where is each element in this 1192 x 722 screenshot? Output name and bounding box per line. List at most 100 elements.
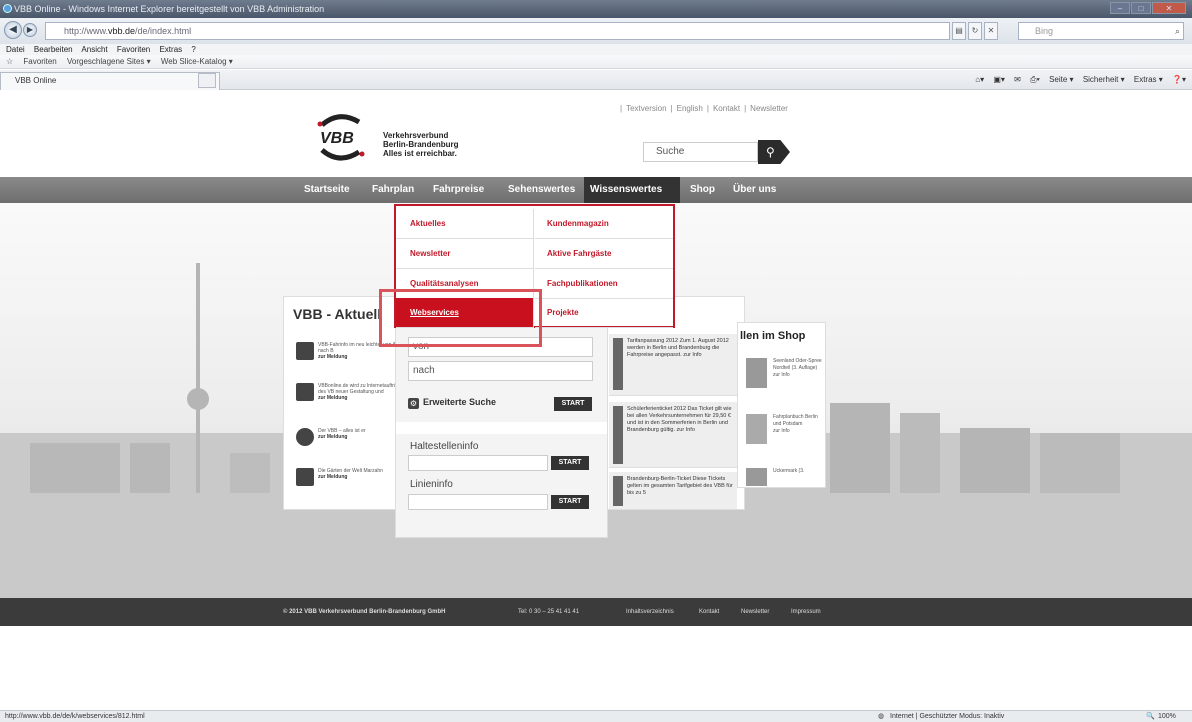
news-link[interactable]: zur Meldung [318,395,398,401]
nav-wissenswertes[interactable]: Wissenswertes [584,177,680,203]
url-host: vbb.de [108,26,136,36]
brand-line-2: Berlin-Brandenburg [383,140,459,149]
print-icon[interactable]: ⎙▾ [1030,75,1040,84]
start-route-button[interactable]: START [554,397,592,411]
tarif-link[interactable]: zur Info [683,352,701,358]
news-link[interactable]: zur Meldung [318,354,398,360]
site-search-input[interactable]: Suche [643,142,758,162]
dd-aktive-fahrgaeste[interactable]: Aktive Fahrgäste [535,239,673,269]
news-link[interactable]: zur Meldung [318,434,398,440]
menu-datei[interactable]: Datei [6,45,25,54]
news-item[interactable]: VBBonline.de wird zu Internetauftritt de… [296,383,398,413]
tarif-item[interactable]: Schülerferienticket 2012 Das Ticket gilt… [609,402,737,468]
status-url: http://www.vbb.de/de/k/webservices/812.h… [5,713,145,720]
menu-favoriten[interactable]: Favoriten [117,45,150,54]
forward-button[interactable]: ▶ [23,23,37,37]
status-zoom[interactable]: 100% [1158,711,1176,722]
nav-ueber-uns[interactable]: Über uns [727,177,782,203]
tarif-image [613,338,623,390]
suggested-sites-link[interactable]: Vorgeschlagene Sites ▾ [67,57,151,66]
dd-kundenmagazin[interactable]: Kundenmagazin [535,209,673,239]
dd-aktuelles[interactable]: Aktuelles [396,209,534,239]
menu-bar: Datei Bearbeiten Ansicht Favoriten Extra… [0,44,1192,55]
link-newsletter[interactable]: Newsletter [750,104,788,113]
main-nav: Startseite Fahrplan Fahrpreise Sehenswer… [0,177,1192,203]
close-button[interactable]: ✕ [1152,2,1186,14]
shop-title: llen im Shop [740,330,806,342]
stop-icon[interactable]: ✕ [984,22,998,40]
feeds-icon[interactable]: ▣▾ [993,75,1005,84]
start-linie-button[interactable]: START [551,495,589,509]
tarif-item[interactable]: Brandenburg-Berlin-Ticket Diese Tickets … [609,472,737,510]
menu-extras[interactable]: Extras [159,45,182,54]
zoom-icon[interactable]: 🔍 [1146,711,1155,722]
haltestelle-input[interactable] [408,455,548,471]
link-textversion[interactable]: Textversion [626,104,666,113]
refresh-icon[interactable]: ↻ [968,22,982,40]
maximize-button[interactable]: □ [1131,2,1151,14]
home-icon[interactable]: ⌂▾ [975,75,984,84]
url-path: /de/index.html [135,26,192,36]
cmd-sicherheit[interactable]: Sicherheit ▾ [1083,75,1125,84]
url-prefix: http://www. [64,26,109,36]
dd-projekte[interactable]: Projekte [535,298,673,328]
tarif-item[interactable]: Tarifanpassung 2012 Zum 1. August 2012 w… [609,334,737,396]
link-english[interactable]: English [677,104,703,113]
brand-text: Verkehrsverbund Berlin-Brandenburg Alles… [383,131,459,158]
status-bar: http://www.vbb.de/de/k/webservices/812.h… [0,710,1192,722]
favorites-star-icon[interactable]: ☆ [6,57,13,66]
news-calendar-icon [296,383,314,401]
nav-shop[interactable]: Shop [684,177,721,203]
mail-icon[interactable]: ✉ [1014,75,1021,84]
link-kontakt[interactable]: Kontakt [713,104,740,113]
linie-input[interactable] [408,494,548,510]
new-tab-button[interactable] [198,73,216,88]
footer-link-impressum[interactable]: Impressum [791,598,821,626]
dd-newsletter[interactable]: Newsletter [396,239,534,269]
nav-fahrpreise[interactable]: Fahrpreise [427,177,490,203]
minimize-button[interactable]: – [1110,2,1130,14]
search-icon[interactable]: ⌕ [1175,23,1180,39]
back-button[interactable]: ◀ [4,21,22,39]
footer-link-newsletter[interactable]: Newsletter [741,598,769,626]
shop-item-link[interactable]: zur Info [773,372,823,379]
news-link[interactable]: zur Meldung [318,474,398,480]
linieninfo-label: Linieninfo [410,479,453,490]
to-placeholder: nach [413,365,435,376]
vbb-logo[interactable]: VBB [314,110,374,165]
nav-startseite[interactable]: Startseite [298,177,356,203]
url-input[interactable]: http://www.vbb.de/de/index.html [45,22,950,40]
to-input[interactable]: nach [408,361,593,381]
cmd-seite[interactable]: Seite ▾ [1049,75,1073,84]
news-item[interactable]: Der VBB – alles ist er zur Meldung [296,428,396,458]
help-icon[interactable]: ❓▾ [1172,75,1186,84]
tab-vbb-online[interactable]: VBB Online [0,72,220,90]
tab-bar: VBB Online ⌂▾ ▣▾ ✉ ⎙▾ Seite ▾ Sicherheit… [0,70,1192,90]
menu-help[interactable]: ? [191,45,195,54]
news-tower-icon [296,468,314,486]
menu-bearbeiten[interactable]: Bearbeiten [34,45,73,54]
news-text: VBBonline.de wird zu Internetauftritt de… [318,383,398,395]
start-haltestelle-button[interactable]: START [551,456,589,470]
address-bar: ◀ ▶ http://www.vbb.de/de/index.html ▤ ↻ … [0,18,1192,44]
footer-tel: Tel: 0 30 – 25 41 41 41 [518,609,580,615]
nav-fahrplan[interactable]: Fahrplan [366,177,420,203]
compat-view-icon[interactable]: ▤ [952,22,966,40]
footer-link-inhalt[interactable]: Inhaltsverzeichnis [626,598,674,626]
search-icon: ⚲ [766,145,775,159]
command-bar: ⌂▾ ▣▾ ✉ ⎙▾ Seite ▾ Sicherheit ▾ Extras ▾… [968,73,1186,87]
favorites-button[interactable]: Favoriten [23,57,56,66]
footer-link-kontakt[interactable]: Kontakt [699,598,719,626]
cmd-extras[interactable]: Extras ▾ [1134,75,1163,84]
dd-fachpublikationen[interactable]: Fachpublikationen [535,269,673,299]
extended-search-link[interactable]: Erweiterte Suche [423,397,496,407]
shop-item-link[interactable]: zur Info [773,428,823,435]
tarif-text: Tarifanpassung 2012 Zum 1. August 2012 w… [627,338,729,358]
menu-ansicht[interactable]: Ansicht [81,45,107,54]
nav-sehenswertes[interactable]: Sehenswertes [502,177,581,203]
web-search-input[interactable]: Bing ⌕ [1018,22,1184,40]
favorites-bar: ☆ Favoriten Vorgeschlagene Sites ▾ Web S… [0,55,1192,69]
tarif-link[interactable]: zur Info [677,427,695,433]
web-slice-link[interactable]: Web Slice-Katalog ▾ [161,57,233,66]
news-item[interactable]: Die Gärten der Welt Marzahn zur Meldung [296,468,396,498]
